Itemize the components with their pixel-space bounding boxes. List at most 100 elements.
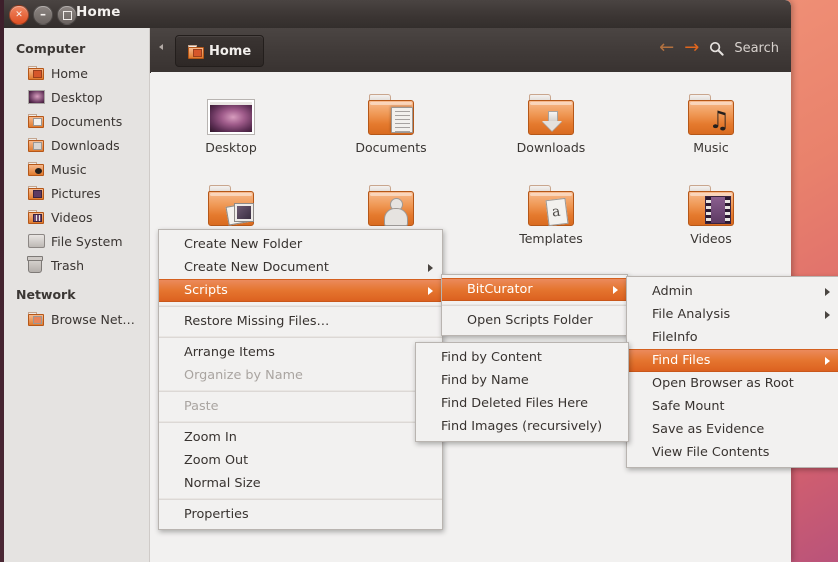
back-arrow-icon[interactable]: ←	[659, 39, 674, 57]
menu-item-label: Paste	[184, 399, 219, 414]
sidebar-item-label: File System	[51, 233, 123, 249]
menu-item-label: Find Deleted Files Here	[441, 396, 589, 411]
menu-item-find-images-recursively[interactable]: Find Images (recursively)	[416, 415, 628, 438]
sidebar-item-documents[interactable]: Documents	[0, 109, 149, 133]
sidebar-heading-network: Network	[16, 287, 76, 302]
window-title: Home	[76, 4, 121, 20]
file-item-videos[interactable]: Videos	[641, 173, 781, 246]
chevron-right-icon	[825, 310, 830, 319]
menu-item-label: Create New Folder	[184, 237, 303, 252]
menu-item-open-scripts-folder[interactable]: Open Scripts Folder	[442, 309, 627, 332]
file-item-downloads[interactable]: Downloads	[481, 82, 621, 155]
forward-arrow-icon[interactable]: →	[684, 39, 699, 57]
menu-item-open-browser-as-root[interactable]: Open Browser as Root	[627, 372, 838, 395]
videos-folder-icon	[641, 173, 781, 226]
toolbar: Home ← → Search	[150, 28, 791, 73]
file-item-label: Videos	[690, 231, 732, 246]
close-icon[interactable]: ✕	[9, 5, 29, 25]
menu-item-save-as-evidence[interactable]: Save as Evidence	[627, 418, 838, 441]
find-files-submenu: Find by Content Find by Name Find Delete…	[415, 342, 629, 442]
documents-folder-icon	[321, 82, 461, 135]
menu-separator	[159, 421, 442, 423]
sidebar-item-file-system[interactable]: File System	[0, 229, 149, 253]
unity-launcher-strip[interactable]	[0, 0, 4, 562]
menu-item-label: BitCurator	[467, 282, 533, 297]
menu-item-find-by-content[interactable]: Find by Content	[416, 346, 628, 369]
menu-item-label: FileInfo	[652, 330, 698, 345]
window-titlebar: ✕ – Home	[0, 0, 791, 28]
menu-item-paste: Paste	[159, 395, 442, 418]
menu-item-zoom-in[interactable]: Zoom In	[159, 426, 442, 449]
file-item-label: Desktop	[205, 140, 257, 155]
sidebar-item-label: Downloads	[51, 137, 120, 153]
menu-item-label: Save as Evidence	[652, 422, 765, 437]
breadcrumb-home[interactable]: Home	[175, 35, 265, 67]
menu-item-bitcurator[interactable]: BitCurator	[442, 278, 627, 301]
menu-item-label: Scripts	[184, 283, 228, 298]
minimize-icon[interactable]: –	[33, 5, 53, 25]
menu-item-safe-mount[interactable]: Safe Mount	[627, 395, 838, 418]
menu-item-find-files[interactable]: Find Files	[627, 349, 838, 372]
menu-item-label: Safe Mount	[652, 399, 725, 414]
menu-item-normal-size[interactable]: Normal Size	[159, 472, 442, 495]
menu-item-create-new-folder[interactable]: Create New Folder	[159, 233, 442, 256]
menu-item-restore-missing-files[interactable]: Restore Missing Files…	[159, 310, 442, 333]
menu-item-label: File Analysis	[652, 307, 731, 322]
drive-icon	[28, 234, 45, 248]
sidebar-item-label: Music	[51, 161, 87, 177]
menu-item-label: Open Browser as Root	[652, 376, 794, 391]
file-item-desktop[interactable]: Desktop	[161, 82, 301, 155]
menu-item-organize-by-name: Organize by Name	[159, 364, 442, 387]
sidebar-item-videos[interactable]: Videos	[0, 205, 149, 229]
sidebar-item-home[interactable]: Home	[0, 61, 149, 85]
sidebar-item-desktop[interactable]: Desktop	[0, 85, 149, 109]
maximize-icon[interactable]	[57, 5, 77, 25]
menu-item-properties[interactable]: Properties	[159, 503, 442, 526]
menu-item-find-deleted-files-here[interactable]: Find Deleted Files Here	[416, 392, 628, 415]
menu-item-admin[interactable]: Admin	[627, 280, 838, 303]
sidebar-item-label: Pictures	[51, 185, 101, 201]
menu-item-arrange-items[interactable]: Arrange Items	[159, 341, 442, 364]
path-collapse-icon[interactable]	[159, 44, 163, 50]
search-icon[interactable]	[709, 41, 724, 56]
menu-item-label: Restore Missing Files…	[184, 314, 330, 329]
file-item-music[interactable]: ♫ Music	[641, 82, 781, 155]
menu-item-label: View File Contents	[652, 445, 770, 460]
menu-item-file-analysis[interactable]: File Analysis	[627, 303, 838, 326]
menu-item-label: Zoom In	[184, 430, 237, 445]
chevron-right-icon	[428, 286, 433, 295]
desktop-icon	[28, 90, 45, 104]
context-menu: Create New Folder Create New Document Sc…	[158, 229, 443, 530]
menu-item-label: Normal Size	[184, 476, 261, 491]
menu-item-label: Find Images (recursively)	[441, 419, 603, 434]
sidebar-item-label: Videos	[51, 209, 93, 225]
sidebar-item-trash[interactable]: Trash	[0, 253, 149, 277]
search-label[interactable]: Search	[734, 41, 779, 56]
menu-separator	[159, 498, 442, 500]
sidebar-item-pictures[interactable]: Pictures	[0, 181, 149, 205]
sidebar-item-label: Browse Net…	[51, 311, 135, 327]
chevron-right-icon	[825, 356, 830, 365]
sidebar-item-music[interactable]: Music	[0, 157, 149, 181]
menu-item-find-by-name[interactable]: Find by Name	[416, 369, 628, 392]
sidebar-item-downloads[interactable]: Downloads	[0, 133, 149, 157]
menu-item-label: Arrange Items	[184, 345, 275, 360]
file-item-templates[interactable]: a Templates	[481, 173, 621, 246]
documents-folder-icon	[28, 114, 44, 128]
menu-item-fileinfo[interactable]: FileInfo	[627, 326, 838, 349]
menu-item-label: Zoom Out	[184, 453, 249, 468]
file-item-documents[interactable]: Documents	[321, 82, 461, 155]
bitcurator-submenu: Admin File Analysis FileInfo Find Files …	[626, 276, 838, 468]
sidebar-item-browse-network[interactable]: Browse Net…	[0, 307, 149, 331]
templates-folder-icon: a	[481, 173, 621, 227]
menu-item-create-new-document[interactable]: Create New Document	[159, 256, 442, 279]
chevron-right-icon	[825, 287, 830, 296]
menu-item-zoom-out[interactable]: Zoom Out	[159, 449, 442, 472]
chevron-right-icon	[428, 263, 433, 272]
menu-separator	[159, 336, 442, 338]
menu-item-scripts[interactable]: Scripts	[159, 279, 442, 302]
videos-folder-icon	[28, 210, 44, 224]
menu-item-view-file-contents[interactable]: View File Contents	[627, 441, 838, 464]
menu-item-label: Organize by Name	[184, 368, 303, 383]
home-folder-icon	[188, 44, 204, 59]
